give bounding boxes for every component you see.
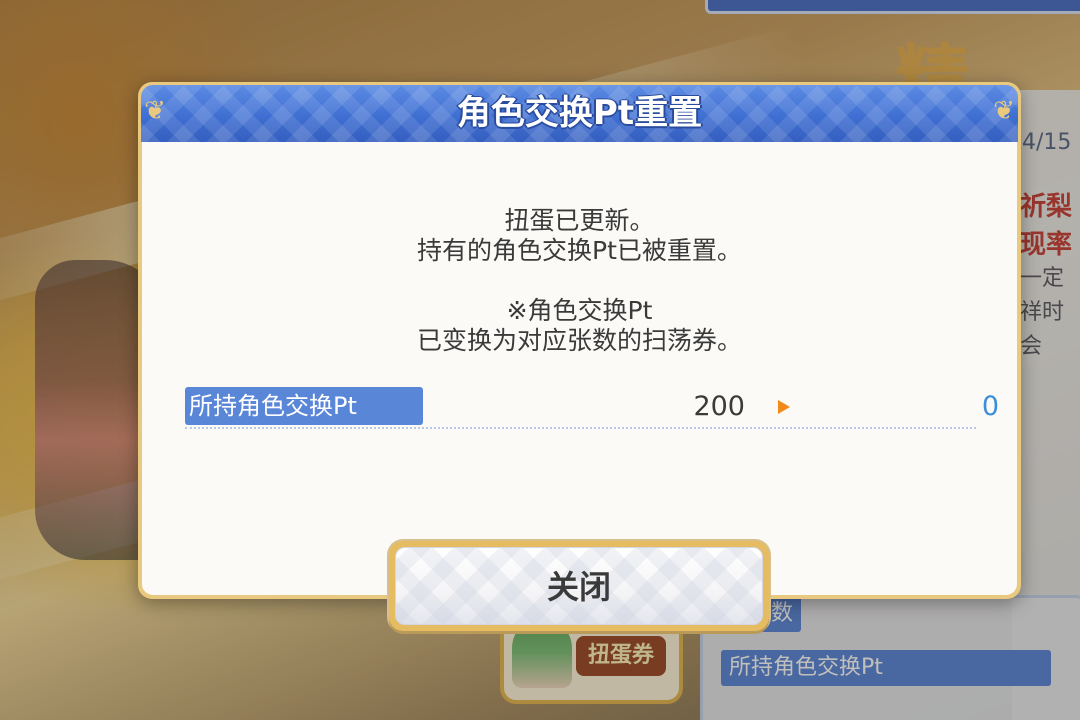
dialog-title: 角色交换Pt重置 <box>456 93 703 133</box>
message-line: 扭蛋已更新。 <box>504 206 655 235</box>
note-line: ※角色交换Pt <box>506 296 653 325</box>
ornament-right-icon: ❦ <box>993 96 1015 126</box>
note-line: 已变换为对应张数的扫荡券。 <box>416 326 742 355</box>
message-line: 持有的角色交换Pt已被重置。 <box>417 236 742 265</box>
pt-before-value: 200 <box>693 391 745 422</box>
dialog-body: 扭蛋已更新。 持有的角色交换Pt已被重置。 ※角色交换Pt 已变换为对应张数的扫… <box>142 142 1017 631</box>
pt-row-label: 所持角色交换Pt <box>185 387 423 425</box>
pt-reset-dialog: 角色交换Pt重置 ❦ ❦ 扭蛋已更新。 持有的角色交换Pt已被重置。 ※角色交换… <box>138 82 1021 631</box>
pt-change-row: 所持角色交换Pt 200 0 <box>185 387 999 429</box>
close-button[interactable]: 关闭 <box>389 541 769 631</box>
pt-after-value: 0 <box>981 391 999 422</box>
ornament-left-icon: ❦ <box>144 96 166 126</box>
close-button-face: 关闭 <box>395 547 763 625</box>
arrow-right-icon <box>778 400 790 414</box>
close-button-label: 关闭 <box>546 568 611 606</box>
dialog-header: 角色交换Pt重置 <box>141 85 1018 142</box>
